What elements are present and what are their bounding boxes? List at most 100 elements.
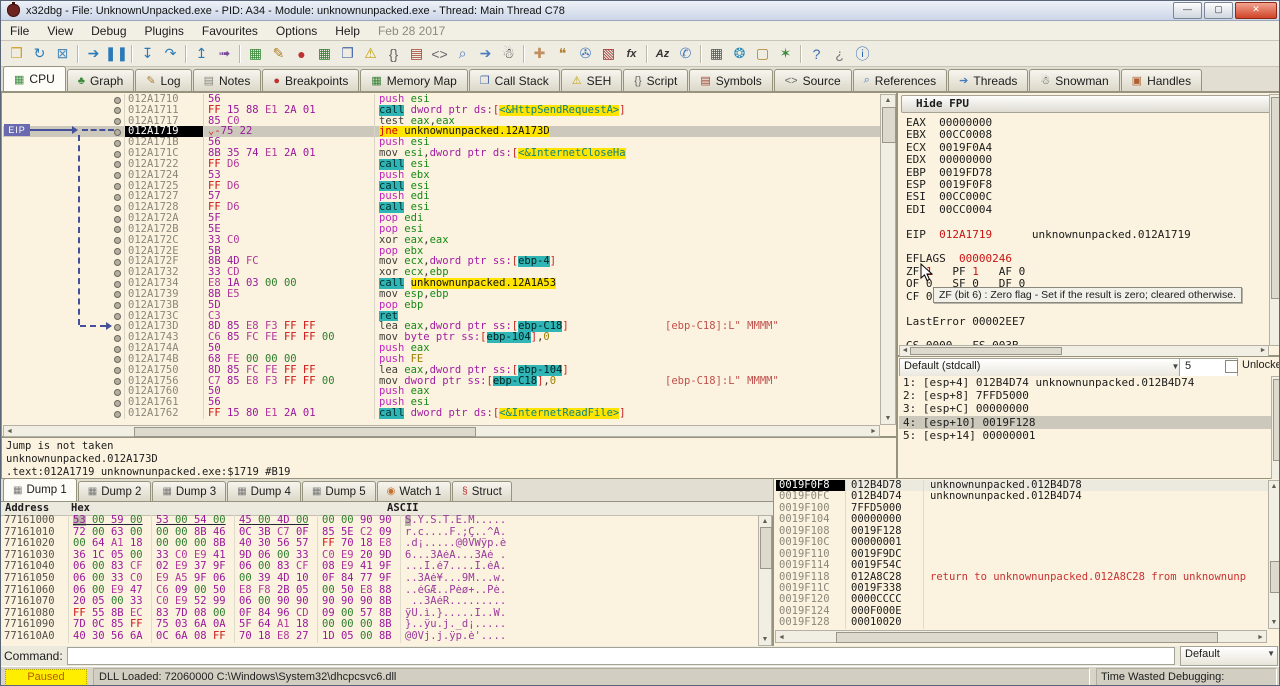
script-icon[interactable]: {} [382,43,405,65]
hex-dump-rows[interactable]: 7716100053 00 59 0053 00 54 0045 00 4D 0… [1,515,758,645]
register-line[interactable]: EDI 00CC0004 [906,204,1258,216]
open-file-icon[interactable]: ❒ [5,43,28,65]
registers-list[interactable]: EAX 00000000EBX 00CC0008ECX 0019F0A4EDX … [906,117,1258,341]
window-list-icon[interactable]: ▢ [751,43,774,65]
pause-icon[interactable]: ❚❚ [105,43,128,65]
step-into-icon[interactable]: ↧ [136,43,159,65]
tab-script[interactable]: {}Script [623,69,688,91]
breakpoints-icon[interactable]: ● [290,43,313,65]
run-icon[interactable]: ➔ [82,43,105,65]
tab-cpu[interactable]: ▦CPU [3,66,66,91]
modules-icon[interactable]: ✆ [674,43,697,65]
menu-options[interactable]: Options [267,22,326,40]
menu-file[interactable]: File [1,22,38,40]
breakpoint-dot[interactable] [114,183,121,190]
maximize-button[interactable]: ▢ [1204,2,1233,19]
threads-icon[interactable]: ➔ [474,43,497,65]
help-contents-icon[interactable]: ? [805,43,828,65]
tab-dump-1[interactable]: ▦Dump 1 [3,478,77,501]
tab-snowman[interactable]: ☃Snowman [1029,69,1119,91]
disasm-row[interactable]: 012A1762FF 15 80 E1 2A 01call dword ptr … [3,408,880,419]
argument-row[interactable]: 2: [esp+8] 7FFD5000 [899,389,1271,402]
breakpoint-dot[interactable] [114,151,121,158]
tab-dump-2[interactable]: ▦Dump 2 [78,481,152,501]
tab-threads[interactable]: ➔Threads [948,69,1028,91]
breakpoint-dot[interactable] [114,389,121,396]
donate-icon[interactable]: ¿ [828,43,851,65]
breakpoint-dot[interactable] [114,346,121,353]
restart-icon[interactable]: ↻ [28,43,51,65]
breakpoint-dot[interactable] [114,237,121,244]
text-az-icon[interactable]: Az [651,43,674,65]
breakpoint-dot[interactable] [114,356,121,363]
command-mode-select[interactable]: Default ▼ [1180,646,1278,666]
breakpoint-dot[interactable] [114,118,121,125]
seh-icon[interactable]: ⚠ [359,43,382,65]
close-button[interactable]: ✕ [1235,2,1277,19]
minimize-button[interactable]: — [1173,2,1202,19]
tab-log[interactable]: ✎Log [135,69,191,91]
stack-row[interactable]: 0019F12800010020 [776,617,1270,628]
breakpoint-dot[interactable] [114,107,121,114]
comments-icon[interactable]: ❝ [551,43,574,65]
source-icon[interactable]: <> [428,43,451,65]
memory-map-icon[interactable]: ▦ [313,43,336,65]
command-input[interactable] [67,647,1175,665]
bug-report-icon[interactable]: ✶ [774,43,797,65]
breakpoint-dot[interactable] [114,248,121,255]
tab-call-stack[interactable]: ❐Call Stack [469,69,560,91]
breakpoint-dot[interactable] [114,291,121,298]
stack-row[interactable]: 0019F1140019F54C [776,560,1270,571]
breakpoint-dot[interactable] [114,378,121,385]
breakpoint-dot[interactable] [114,367,121,374]
menu-view[interactable]: View [38,22,82,40]
tab-graph[interactable]: ♣Graph [67,69,135,91]
disasm-row[interactable]: 012A172C33 C0xor eax,eax [3,235,880,246]
breakpoint-dot[interactable] [114,335,121,342]
close-file-icon[interactable]: ⊠ [51,43,74,65]
breakpoint-dot[interactable] [114,161,121,168]
breakpoint-dot[interactable] [114,172,121,179]
register-line[interactable]: EIP 012A1719 unknownunpacked.012A1719 [906,229,1258,241]
calculator-icon[interactable]: ▦ [705,43,728,65]
stack-row[interactable]: 0019F10C00000001 [776,537,1270,548]
breakpoint-dot[interactable] [114,97,121,104]
tab-notes[interactable]: ▤Notes [193,69,262,91]
breakpoint-dot[interactable] [114,400,121,407]
step-out-icon[interactable]: ↥ [190,43,213,65]
registers-vscrollbar[interactable] [1269,94,1280,346]
fx-icon[interactable]: fx [620,43,643,65]
tab-handles[interactable]: ▣Handles [1121,69,1202,91]
breakpoint-dot[interactable] [114,411,121,418]
argument-row[interactable]: 1: [esp+4] 012B4D74 unknownunpacked.012B… [899,376,1271,389]
tab-struct[interactable]: §Struct [452,481,512,501]
disasm-row[interactable]: 012A173B5Dpop ebp [3,300,880,311]
argument-row[interactable]: 3: [esp+C] 00000000 [899,402,1271,415]
arguments-vscrollbar[interactable] [1271,376,1280,480]
breakpoint-dot[interactable] [114,216,121,223]
cpu-icon[interactable]: ▦ [244,43,267,65]
help-book-icon[interactable]: ▧ [597,43,620,65]
disasm-row[interactable]: 012A172453push ebx [3,170,880,181]
title-bar[interactable]: x32dbg - File: UnknownUnpacked.exe - PID… [1,1,1280,21]
breakpoint-dot[interactable] [114,270,121,277]
tab-dump-3[interactable]: ▦Dump 3 [152,481,226,501]
tab-watch-1[interactable]: ◉Watch 1 [377,481,452,501]
favourites-icon[interactable]: ✇ [574,43,597,65]
disasm-row[interactable]: 012A17508D 85 FC FE FF FFlea eax,dword p… [3,365,880,376]
tab-references[interactable]: ⌕References [853,69,948,91]
argument-row[interactable]: 4: [esp+10] 0019F128 [899,416,1271,429]
tab-symbols[interactable]: ▤Symbols [689,69,772,91]
breakpoint-dot[interactable] [114,313,121,320]
snowman-icon[interactable]: ☃ [497,43,520,65]
call-stack-icon[interactable]: ❐ [336,43,359,65]
symbols-icon[interactable]: ▤ [405,43,428,65]
internet-icon[interactable]: ❂ [728,43,751,65]
disassembly-rows[interactable]: 012A171056push esi012A1711FF 15 88 E1 2A… [3,94,880,425]
arguments-list[interactable]: 1: [esp+4] 012B4D74 unknownunpacked.012B… [899,376,1271,478]
tab-breakpoints[interactable]: ●Breakpoints [262,69,359,91]
menu-debug[interactable]: Debug [82,22,135,40]
breakpoint-dot[interactable] [114,194,121,201]
breakpoint-dot[interactable] [114,281,121,288]
tab-dump-5[interactable]: ▦Dump 5 [302,481,376,501]
